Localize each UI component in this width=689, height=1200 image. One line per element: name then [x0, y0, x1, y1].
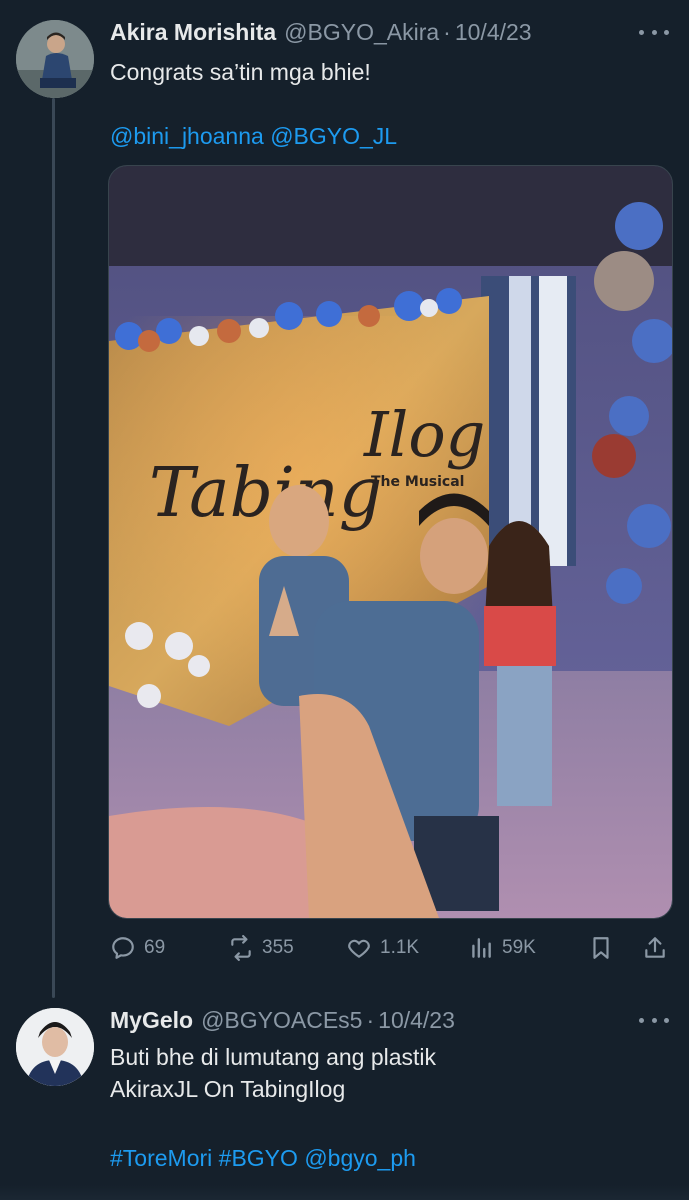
author-name[interactable]: Akira Morishita	[110, 19, 276, 46]
svg-text:The Musical: The Musical	[371, 474, 464, 490]
tweet-photo[interactable]: Tabing Ilog The Musical	[108, 165, 673, 919]
more-icon[interactable]	[639, 1012, 669, 1028]
tweet-text: AkiraxJL On TabingIlog	[110, 1076, 346, 1102]
repost-count: 355	[262, 937, 294, 958]
mention-link[interactable]: @bgyo_ph	[304, 1145, 416, 1171]
tweet-header: MyGelo @BGYOACEs5 · 10/4/23	[110, 1005, 455, 1035]
views-icon	[472, 938, 491, 958]
tweet-actions: 69 355 1.1K 59K	[110, 930, 670, 966]
hashtag-link[interactable]: #ToreMori	[110, 1145, 212, 1171]
avatar-mygelo[interactable]	[16, 1008, 94, 1086]
reply-count: 69	[144, 937, 166, 958]
hashtag-link[interactable]: #BGYO	[219, 1145, 298, 1171]
sign-text: Tabing	[149, 454, 382, 533]
tweet-tags: #ToreMori #BGYO @bgyo_ph	[110, 1142, 416, 1174]
views-count: 59K	[502, 937, 536, 958]
views-button[interactable]: 59K	[468, 930, 536, 966]
tweet-text: Congrats sa’tin mga bhie!	[110, 59, 371, 85]
separator-dot: ·	[443, 18, 451, 45]
bookmark-icon	[593, 937, 609, 959]
bookmark-button[interactable]	[588, 930, 614, 966]
mention-link[interactable]: @BGYO_JL	[270, 123, 397, 149]
repost-button[interactable]: 355	[228, 930, 294, 966]
svg-text:Ilog: Ilog	[363, 398, 485, 471]
share-button[interactable]	[642, 930, 668, 966]
share-icon	[645, 937, 665, 958]
thread-connector-line	[52, 98, 55, 998]
reply-button[interactable]: 69	[110, 930, 165, 966]
tweet-date[interactable]: 10/4/23	[378, 1007, 455, 1034]
like-button[interactable]: 1.1K	[346, 930, 419, 966]
tweet-date[interactable]: 10/4/23	[455, 19, 532, 46]
author-handle[interactable]: @BGYO_Akira	[284, 19, 439, 46]
reply-icon	[112, 937, 134, 959]
avatar-akira[interactable]	[16, 20, 94, 98]
tweet-mentions: @bini_jhoanna @BGYO_JL	[110, 120, 397, 152]
author-name[interactable]: MyGelo	[110, 1007, 193, 1034]
heart-icon	[348, 939, 370, 958]
tweet-text: Buti bhe di lumutang ang plastik	[110, 1044, 437, 1070]
author-handle[interactable]: @BGYOACEs5	[201, 1007, 362, 1034]
mention-link[interactable]: @bini_jhoanna	[110, 123, 264, 149]
tweet-header: Akira Morishita @BGYO_Akira · 10/4/23	[110, 17, 532, 47]
separator-dot: ·	[366, 1006, 375, 1033]
like-count: 1.1K	[380, 937, 420, 958]
next-actions-row-peek	[0, 1185, 689, 1200]
more-icon[interactable]	[639, 24, 669, 40]
repost-icon	[231, 935, 251, 961]
